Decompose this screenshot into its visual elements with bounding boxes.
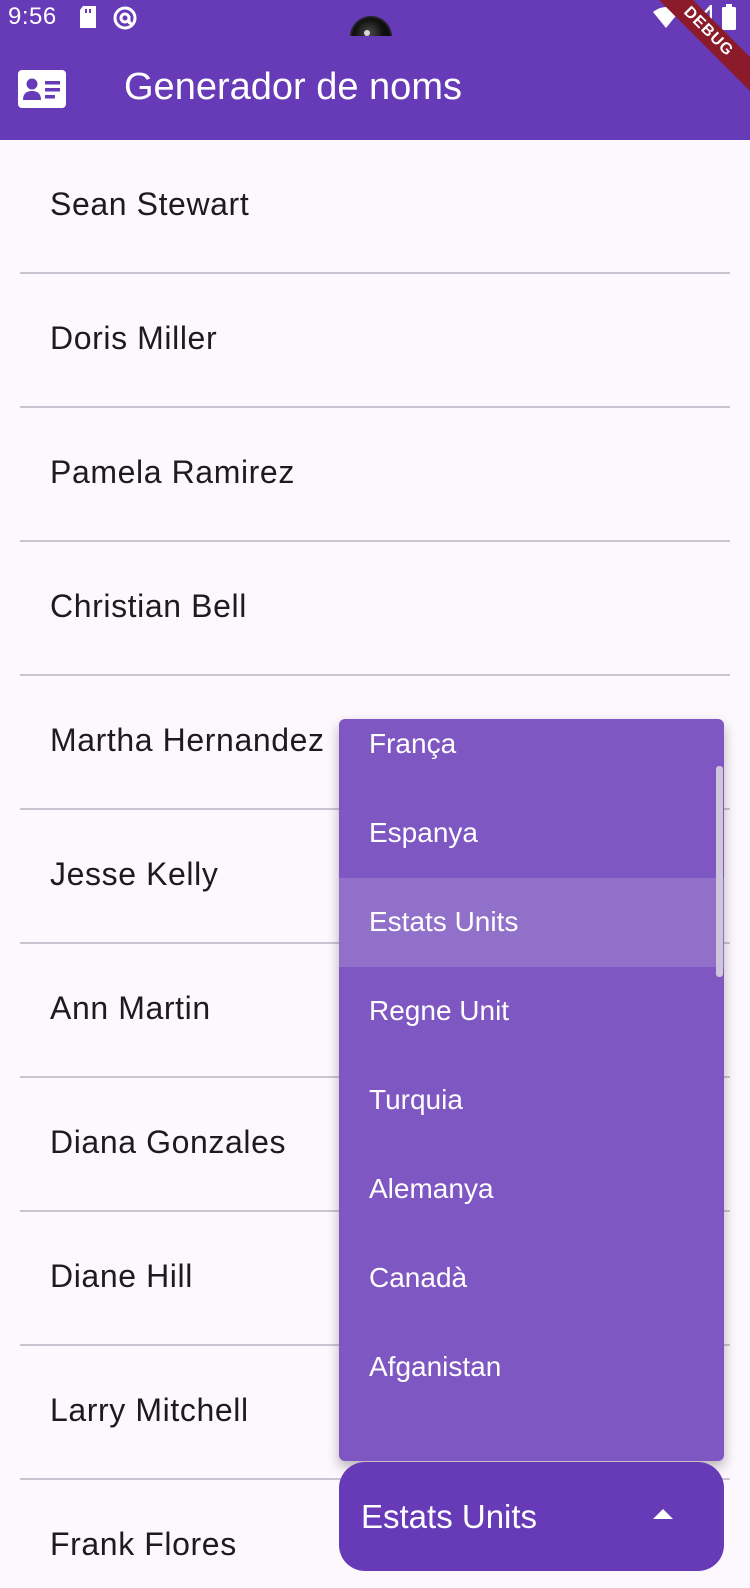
name-label: Frank Flores [50,1526,237,1562]
menu-item-label: França [369,728,457,759]
menu-scrollbar[interactable] [716,766,723,977]
contact-card-icon [18,70,66,108]
menu-item-label: Estats Units [369,906,519,937]
list-item[interactable]: Doris Miller [20,274,730,408]
menu-item-alemanya[interactable]: Alemanya [339,1145,724,1234]
country-dropdown[interactable]: Estats Units [339,1462,724,1571]
menu-item-franca[interactable]: França [339,719,724,789]
list-item[interactable]: Sean Stewart [20,140,730,274]
menu-item-label: Turquia [369,1084,463,1115]
menu-item-afganistan[interactable]: Afganistan [339,1323,724,1412]
name-label: Ann Martin [50,990,211,1026]
menu-item-regne-unit[interactable]: Regne Unit [339,967,724,1056]
name-label: Larry Mitchell [50,1392,249,1428]
app-bar: Generador de noms [0,36,750,140]
name-label: Martha Hernandez [50,722,325,758]
list-item[interactable]: Christian Bell [20,542,730,676]
name-label: Jesse Kelly [50,856,219,892]
battery-icon [722,4,736,30]
menu-item-label: Afganistan [369,1351,502,1382]
dropdown-value: Estats Units [361,1498,538,1535]
arrow-drop-up-icon [653,1509,673,1519]
menu-item-estats-units[interactable]: Estats Units [339,878,724,967]
name-label: Pamela Ramirez [50,454,295,490]
country-menu: França Espanya Estats Units Regne Unit T… [339,719,724,1461]
menu-item-label: Espanya [369,817,478,848]
at-sign-icon [113,6,137,30]
sd-card-icon [80,6,96,28]
menu-item-canada[interactable]: Canadà [339,1234,724,1323]
menu-item-espanya[interactable]: Espanya [339,789,724,878]
menu-item-label: Regne Unit [369,995,510,1026]
name-label: Diana Gonzales [50,1124,287,1160]
name-label: Diane Hill [50,1258,193,1294]
menu-item-label: Alemanya [369,1173,494,1204]
page-title: Generador de noms [124,66,462,108]
list-item[interactable]: Pamela Ramirez [20,408,730,542]
name-label: Doris Miller [50,320,218,356]
menu-item-label: Canadà [369,1262,468,1293]
menu-item-turquia[interactable]: Turquia [339,1056,724,1145]
name-label: Sean Stewart [50,186,250,222]
status-time: 9:56 [8,3,57,30]
status-icons-left [78,5,138,31]
name-label: Christian Bell [50,588,247,624]
